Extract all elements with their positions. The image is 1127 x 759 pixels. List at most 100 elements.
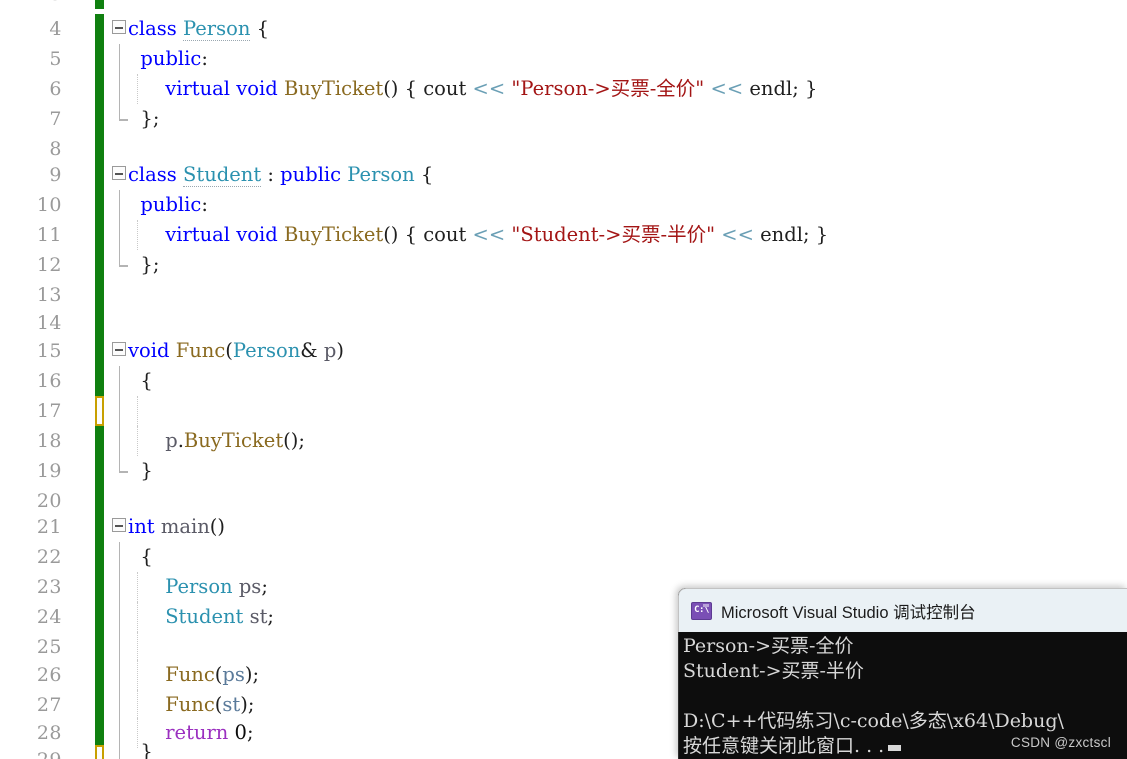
change-bar <box>95 426 104 456</box>
line-number: 29 <box>0 745 62 759</box>
code-line[interactable]: 10 public: <box>0 190 1127 220</box>
code-line[interactable]: 5 public: <box>0 44 1127 74</box>
indent-guide <box>137 396 138 426</box>
fold-rail <box>118 660 120 690</box>
console-cmd-icon: C:\ <box>691 601 712 620</box>
line-number: 28 <box>36 722 62 744</box>
fold-rail <box>118 250 126 267</box>
code-line[interactable]: 3 <box>0 0 1127 9</box>
change-bar <box>95 602 104 632</box>
fold-toggle-icon[interactable] <box>112 20 126 34</box>
change-bar <box>95 336 104 366</box>
fold-rail <box>118 366 120 396</box>
line-number: 4 <box>49 18 62 40</box>
change-bar <box>95 0 104 9</box>
code-text: Student st; <box>165 605 274 628</box>
line-number: 22 <box>36 546 62 568</box>
code-text: } <box>140 459 153 482</box>
change-bar <box>95 220 104 250</box>
code-line[interactable]: 17 <box>0 396 1127 426</box>
code-text: }; <box>140 253 160 276</box>
change-bar <box>95 632 104 662</box>
fold-rail <box>118 602 120 632</box>
change-bar <box>95 44 104 74</box>
debug-console-window[interactable]: C:\ Microsoft Visual Studio 调试控制台 Person… <box>678 588 1127 759</box>
code-line[interactable]: 13 <box>0 280 1127 310</box>
code-line[interactable]: 21 int main() <box>0 512 1127 542</box>
line-number: 23 <box>36 576 62 598</box>
console-cursor <box>888 745 902 751</box>
code-text: virtual void BuyTicket() { cout << "Stud… <box>165 223 829 246</box>
change-bar <box>95 250 104 280</box>
console-titlebar[interactable]: C:\ Microsoft Visual Studio 调试控制台 <box>678 588 1127 632</box>
line-number: 6 <box>49 78 62 100</box>
code-text: Func(ps); <box>165 663 260 686</box>
line-number: 16 <box>36 370 62 392</box>
code-text: Func(st); <box>165 693 255 716</box>
fold-rail <box>118 426 120 456</box>
code-line[interactable]: 9 class Student : public Person { <box>0 160 1127 190</box>
change-bar <box>95 104 104 134</box>
fold-rail <box>118 542 120 572</box>
console-prompt-text: 按任意键关闭此窗口. . . <box>683 735 885 757</box>
fold-toggle-icon[interactable] <box>112 342 126 356</box>
line-number: 5 <box>49 48 62 70</box>
change-bar <box>95 512 104 542</box>
line-number: 9 <box>49 164 62 186</box>
change-bar <box>95 718 104 748</box>
change-bar <box>95 366 104 396</box>
change-bar <box>95 74 104 104</box>
change-bar <box>95 660 104 690</box>
line-number: 13 <box>36 284 62 306</box>
code-line[interactable]: 7 }; <box>0 104 1127 134</box>
fold-rail <box>118 74 120 104</box>
change-bar <box>95 14 104 44</box>
fold-rail <box>118 44 120 74</box>
console-output-area[interactable]: Person->买票-全价 Student->买票-半价 D:\C++代码练习\… <box>678 632 1127 759</box>
line-number: 17 <box>36 400 62 422</box>
change-bar <box>95 280 104 310</box>
console-output-line: D:\C++代码练习\c-code\多态\x64\Debug\ <box>683 710 1064 732</box>
fold-rail <box>118 718 120 748</box>
code-line[interactable]: 14 <box>0 308 1127 338</box>
code-text: class Person { <box>128 17 270 41</box>
unsaved-change-marker <box>95 396 104 426</box>
fold-toggle-icon[interactable] <box>112 166 126 180</box>
code-line[interactable]: 4 class Person { <box>0 14 1127 44</box>
console-output-line: Student->买票-半价 <box>683 660 864 682</box>
line-number: 12 <box>36 254 62 276</box>
console-icon-label: C:\ <box>694 605 709 615</box>
line-number: 27 <box>36 694 62 716</box>
line-number: 3 <box>0 0 62 9</box>
code-line[interactable]: 12 }; <box>0 250 1127 280</box>
code-text: public: <box>140 193 208 216</box>
line-number: 19 <box>36 460 62 482</box>
fold-rail <box>118 632 120 662</box>
code-text: Person ps; <box>165 575 268 598</box>
console-output-line: Person->买票-全价 <box>683 635 854 657</box>
code-line[interactable]: 19 } <box>0 456 1127 486</box>
code-line[interactable]: 16 { <box>0 366 1127 396</box>
change-bar <box>95 160 104 190</box>
code-line[interactable]: 6 virtual void BuyTicket() { cout << "Pe… <box>0 74 1127 104</box>
line-number: 15 <box>36 340 62 362</box>
code-text: { <box>140 545 153 568</box>
fold-toggle-icon[interactable] <box>112 518 126 532</box>
code-line[interactable]: 18 p.BuyTicket(); <box>0 426 1127 456</box>
unsaved-change-marker <box>95 745 104 759</box>
code-text: void Func(Person& p) <box>128 339 344 362</box>
change-bar <box>95 456 104 486</box>
code-line[interactable]: 11 virtual void BuyTicket() { cout << "S… <box>0 220 1127 250</box>
code-text: { <box>140 369 153 392</box>
line-number: 7 <box>49 108 62 130</box>
watermark: CSDN @zxctscl <box>1010 735 1111 750</box>
code-text: } <box>140 740 153 759</box>
code-line[interactable]: 15 void Func(Person& p) <box>0 336 1127 366</box>
fold-rail <box>118 745 120 759</box>
code-text: virtual void BuyTicket() { cout << "Pers… <box>165 77 818 100</box>
line-number: 25 <box>36 636 62 658</box>
line-number: 26 <box>36 664 62 686</box>
code-line[interactable]: 22 { <box>0 542 1127 572</box>
fold-rail <box>118 104 126 121</box>
fold-rail <box>118 190 120 220</box>
